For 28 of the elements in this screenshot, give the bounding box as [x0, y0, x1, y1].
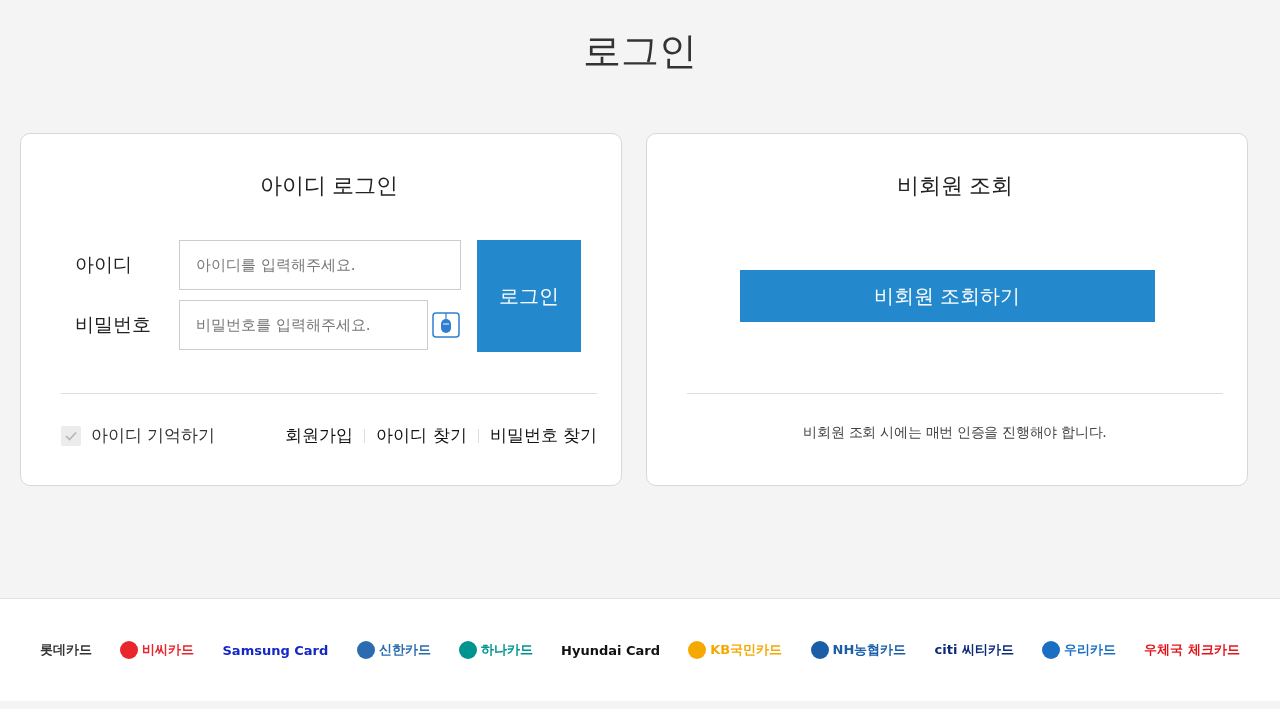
card-logo: citi 씨티카드	[934, 641, 1014, 659]
remember-label: 아이디 기억하기	[91, 424, 216, 447]
guest-note: 비회원 조회 시에는 매번 인증을 진행해야 합니다.	[802, 424, 1108, 442]
input-field[interactable]: 아이디를 입력해주세요.	[179, 240, 461, 290]
card-logo: 하나카드	[480, 641, 533, 659]
card-title: 비회원 조회	[895, 172, 1015, 200]
field-label: 비밀번호	[75, 312, 152, 337]
checkbox[interactable]	[61, 425, 81, 446]
card-logo: 우리카드	[1064, 641, 1117, 659]
card-logo: Hyundai Card	[561, 642, 660, 658]
guest-lookup-button[interactable]: 비회원 조회하기	[739, 270, 1155, 322]
account-link[interactable]: 비밀번호 찾기	[489, 424, 597, 447]
page-title: 로그인	[582, 28, 698, 75]
account-link[interactable]: 회원가입	[285, 424, 354, 447]
card-title: 아이디 로그인	[258, 172, 400, 200]
card-logo: 우체국 체크카드	[1144, 641, 1240, 659]
card-logo: NH농협카드	[832, 641, 907, 659]
check-icon	[65, 430, 77, 441]
login-button[interactable]: 로그인	[477, 240, 581, 352]
card-logo: Samsung Card	[222, 642, 329, 658]
card-logo: KB국민카드	[710, 641, 783, 659]
card-logo: 신한카드	[378, 641, 431, 659]
card-logo: 비씨카드	[142, 641, 195, 659]
card-logo: 롯데카드	[40, 641, 92, 659]
field-label: 아이디	[75, 252, 133, 277]
input-field[interactable]: 비밀번호를 입력해주세요.	[179, 300, 428, 350]
account-link[interactable]: 아이디 찾기	[376, 424, 467, 447]
mouse-icon[interactable]	[432, 312, 460, 338]
